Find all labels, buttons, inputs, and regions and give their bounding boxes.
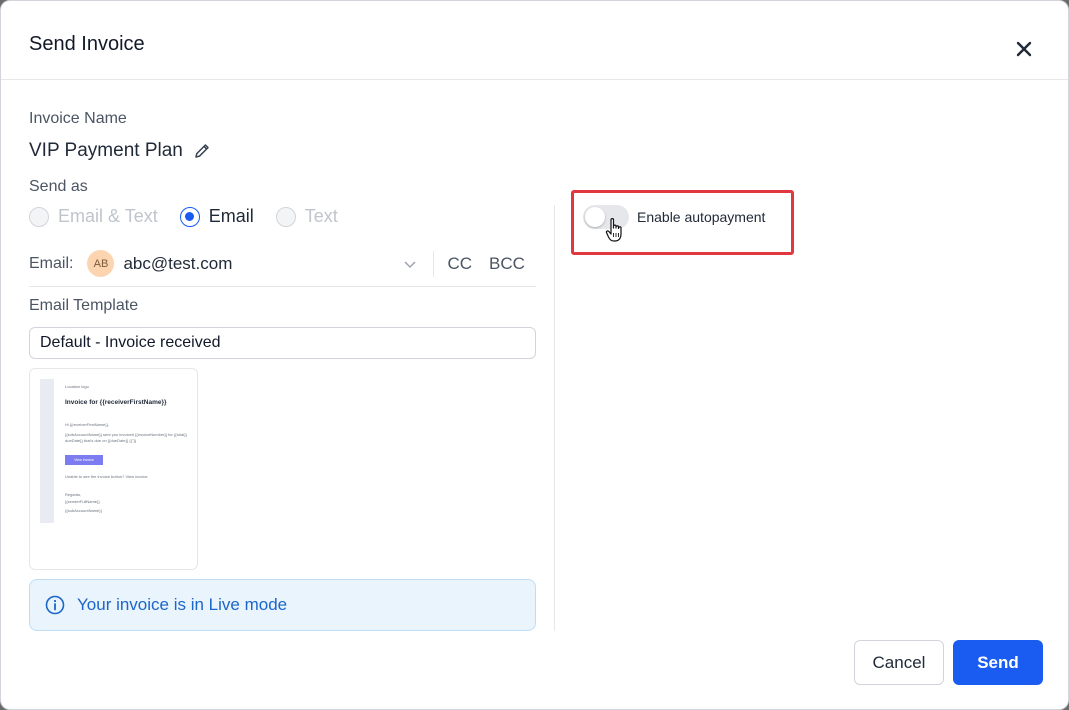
radio-email-and-text[interactable]: Email & Text	[29, 206, 158, 227]
radio-label: Text	[304, 206, 338, 226]
live-mode-info-banner: Your invoice is in Live mode	[29, 579, 536, 631]
preview-regards: Regards,	[65, 492, 82, 497]
preview-view-invoice-button: View Invoice	[65, 455, 103, 465]
preview-greeting: Hi {{receiverFirstName}},	[65, 422, 110, 427]
invoice-name-value: VIP Payment Plan	[29, 140, 183, 161]
email-template-label: Email Template	[29, 297, 139, 314]
enable-autopayment-label: Enable autopayment	[637, 209, 766, 225]
preview-body-line2: dueDate}} that's due on {{dueDate}} {{"}…	[65, 438, 137, 443]
avatar: AB	[87, 250, 115, 277]
radio-email[interactable]: Email	[179, 206, 254, 227]
close-button[interactable]	[1011, 36, 1037, 62]
radio-label: Email & Text	[58, 206, 158, 226]
preview-sidebar	[40, 379, 54, 523]
email-template-preview: Location logo Invoice for {{receiverFirs…	[29, 368, 198, 570]
info-icon	[45, 595, 65, 615]
preview-logo: Location logo	[65, 384, 89, 389]
radio-circle	[275, 206, 296, 227]
hand-pointer-icon	[605, 218, 622, 242]
radio-circle	[179, 206, 200, 227]
send-button[interactable]: Send	[953, 640, 1043, 685]
toggle-knob	[585, 207, 605, 227]
send-invoice-modal: Send Invoice Invoice Name VIP Payment Pl…	[0, 0, 1069, 710]
close-icon	[1016, 41, 1032, 57]
email-dropdown-toggle[interactable]	[403, 257, 417, 271]
divider	[433, 250, 435, 277]
preview-unable-text: Unable to see the invoice button? View i…	[65, 474, 148, 479]
cancel-button[interactable]: Cancel	[854, 640, 944, 685]
preview-subaccount: {{subAccountName}}	[65, 508, 102, 513]
info-text: Your invoice is in Live mode	[77, 595, 288, 614]
radio-label: Email	[208, 206, 254, 226]
invoice-name-label: Invoice Name	[29, 110, 127, 127]
bcc-button[interactable]: BCC	[489, 254, 525, 274]
preview-heading: Invoice for {{receiverFirstName}}	[65, 399, 167, 406]
radio-text[interactable]: Text	[275, 206, 338, 227]
email-template-select[interactable]: Default - Invoice received	[29, 327, 536, 359]
chevron-down-icon	[404, 260, 416, 268]
cc-button[interactable]: CC	[447, 254, 472, 274]
email-value[interactable]: abc@test.com	[123, 254, 403, 274]
send-as-radio-group: Email & Text Email Text	[29, 206, 360, 227]
email-label: Email:	[29, 254, 74, 272]
modal-header: Send Invoice	[1, 1, 1068, 80]
email-recipient-row: Email: AB abc@test.com CC BCC	[29, 241, 536, 287]
send-as-label: Send as	[29, 178, 88, 195]
invoice-name: VIP Payment Plan	[29, 140, 211, 162]
preview-sender: {{senderFullName}}	[65, 499, 100, 504]
modal-title: Send Invoice	[29, 33, 145, 55]
radio-circle	[29, 206, 49, 227]
column-divider	[554, 205, 555, 631]
preview-body-line1: {{subAccountName}} sent you invoice# {{i…	[65, 432, 187, 437]
pencil-icon[interactable]	[193, 142, 211, 160]
